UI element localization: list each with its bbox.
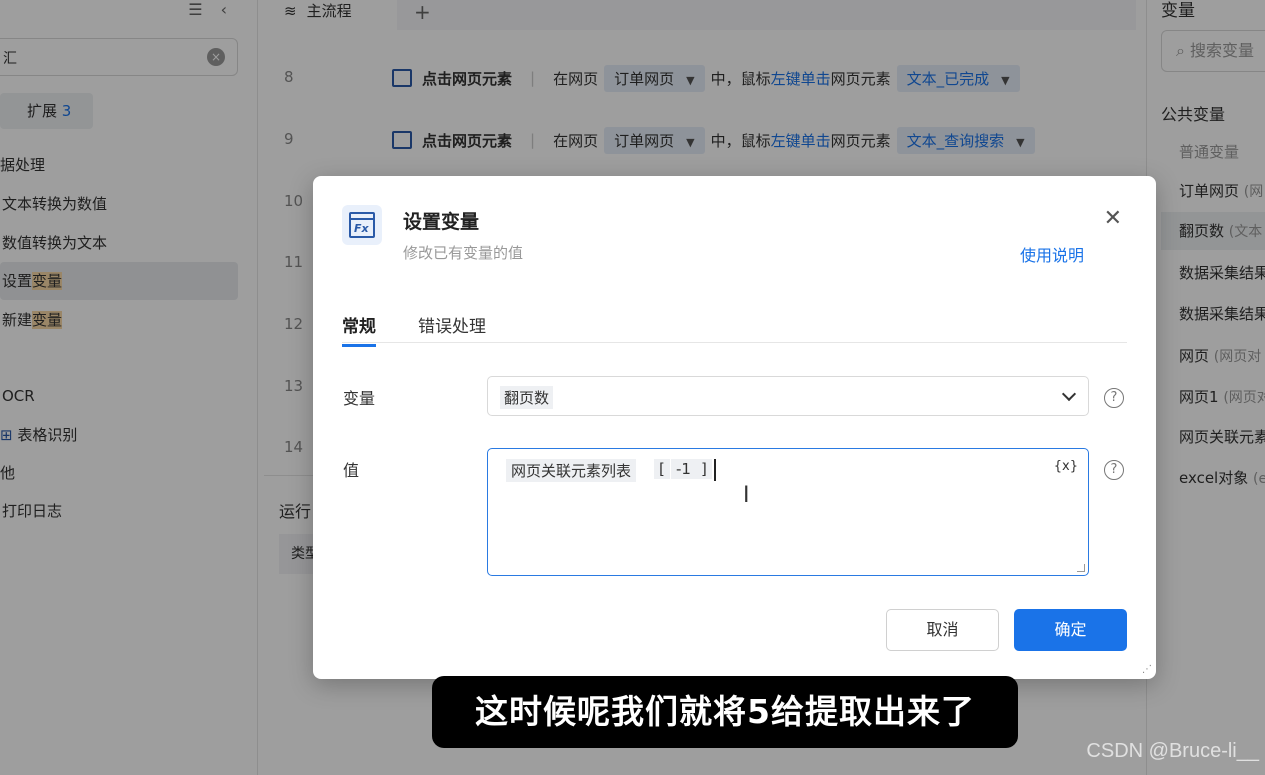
help-link[interactable]: 使用说明 bbox=[1020, 242, 1084, 266]
close-icon[interactable]: ✕ bbox=[1104, 208, 1122, 230]
ibeam-cursor-icon: I bbox=[743, 483, 750, 508]
dialog-title: 设置变量 bbox=[403, 211, 480, 233]
insert-variable-icon[interactable]: {x} bbox=[1054, 459, 1078, 474]
value-label: 值 bbox=[343, 461, 360, 480]
tab-error-handling[interactable]: 错误处理 bbox=[418, 312, 486, 337]
value-token-index[interactable]: -1 bbox=[671, 459, 696, 479]
dialog-resize-grip-icon[interactable]: ⋰ bbox=[1142, 664, 1152, 675]
dialog-subtitle: 修改已有变量的值 bbox=[403, 244, 524, 262]
resize-handle[interactable] bbox=[1077, 564, 1085, 572]
watermark: CSDN @Bruce-li__ bbox=[1086, 740, 1259, 762]
value-token-bracket-close[interactable]: ] bbox=[696, 459, 712, 479]
tab-general[interactable]: 常规 bbox=[342, 312, 376, 347]
text-caret bbox=[714, 459, 716, 481]
chevron-down-icon bbox=[1061, 386, 1077, 402]
set-variable-dialog: Fx 设置变量 修改已有变量的值 使用说明 ✕ 常规 错误处理 变量 翻页数 ?… bbox=[313, 176, 1156, 679]
variable-label: 变量 bbox=[343, 389, 376, 408]
set-variable-icon: Fx bbox=[342, 205, 382, 245]
variable-select[interactable]: 翻页数 bbox=[487, 376, 1089, 416]
selected-variable: 翻页数 bbox=[500, 386, 554, 409]
value-input[interactable]: 网页关联元素列表 [ -1 ] {x} I bbox=[487, 448, 1089, 576]
value-help-icon[interactable]: ? bbox=[1104, 460, 1124, 480]
confirm-button[interactable]: 确定 bbox=[1014, 609, 1127, 651]
value-token-variable[interactable]: 网页关联元素列表 bbox=[506, 459, 637, 482]
cancel-button[interactable]: 取消 bbox=[886, 609, 999, 651]
tab-divider bbox=[342, 342, 1127, 343]
variable-help-icon[interactable]: ? bbox=[1104, 388, 1124, 408]
value-token-bracket-open[interactable]: [ bbox=[654, 459, 670, 479]
video-subtitle: 这时候呢我们就将5给提取出来了 bbox=[432, 676, 1018, 748]
